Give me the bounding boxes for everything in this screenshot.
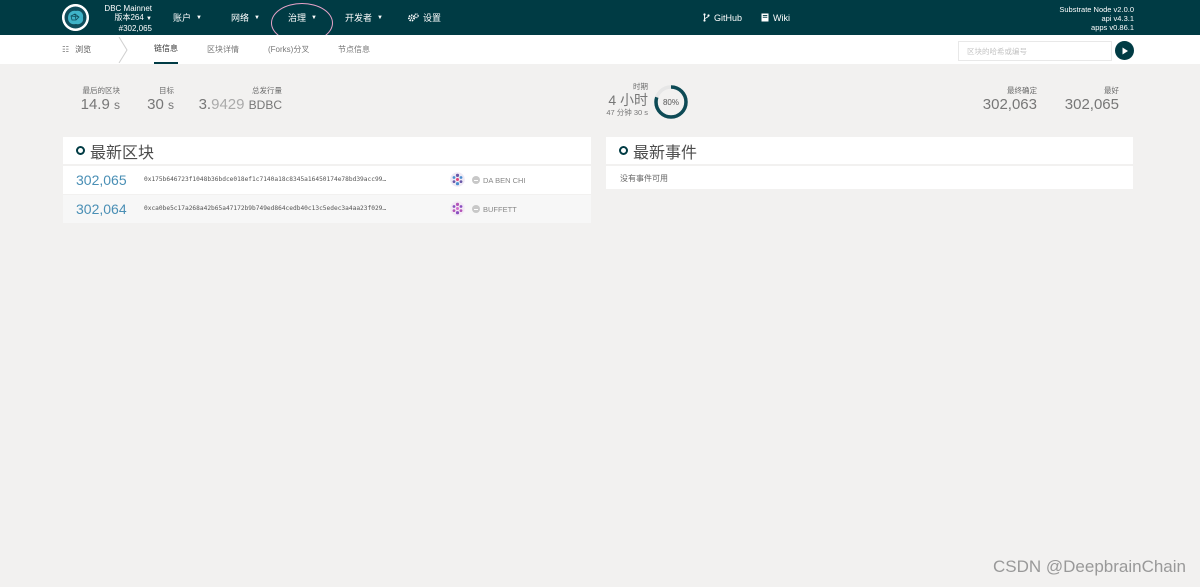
stat-label: 总发行量 [252,86,282,95]
panel-title: 最新区块 [90,144,155,162]
stat-finalized: 最终确定 302,063 [970,86,1037,114]
recent-events-header: 最新事件 [606,137,1133,164]
browse-icon: ☷ [62,45,70,54]
block-hash: 0x175b646723f1048b36bdce018ef1c7140a18c8… [144,176,387,183]
table-row: 302,065 0x175b646723f1048b36bdce018ef1c7… [63,166,591,194]
breadcrumb: ☷ 浏览 [62,35,91,64]
nav-wiki-label: Wiki [773,12,790,23]
tab-node-info[interactable]: 节点信息 [338,35,370,64]
nav-wiki-link[interactable]: Wiki [761,0,790,35]
stat-value: 4 小时 [608,92,648,108]
tab-forks[interactable]: (Forks)分叉 [268,35,309,64]
stat-target: 目标 30 s [140,86,174,114]
node-version-info: Substrate Node v2.0.0 api v4.3.1 apps v0… [1059,5,1134,32]
chevron-down-icon: ▼ [377,14,383,21]
chain-selector[interactable]: DBC Mainnet 版本264 ▼ #302,065 [92,4,152,33]
nav-settings[interactable]: 设置 [408,0,441,35]
events-empty-message: 没有事件可用 [606,166,1133,189]
play-icon [1122,47,1128,54]
stat-value: 302,065 [1064,96,1119,113]
search-go-button[interactable] [1115,41,1134,60]
stat-best: 最好 302,065 [1050,86,1119,114]
watermark: CSDN @DeepbrainChain [992,557,1186,576]
stat-value: 302,063 [982,96,1037,113]
dbc-logo-icon[interactable] [62,4,89,31]
stat-label: 时期 [633,82,648,91]
stat-epoch-time: 时期 4 小时 47 分钟 30 s [598,82,648,117]
stat-value: 3. [198,96,212,113]
breadcrumb-label: 浏览 [75,45,92,54]
nav-settings-label: 设置 [423,13,442,23]
chevron-down-icon: ▼ [196,14,202,21]
nav-network[interactable]: 网络 ▼ [231,0,260,35]
stat-value-decimals: 9429 [211,96,245,113]
stat-value: 30 [147,96,164,113]
stat-value: 14.9 [80,96,110,113]
nav-github-link[interactable]: GitHub [703,0,742,35]
nav-developer[interactable]: 开发者 ▼ [345,0,383,35]
stat-label: 目标 [159,86,174,95]
bullet-icon [619,146,628,155]
stat-label: 最终确定 [1007,86,1037,95]
nav-accounts-label: 账户 [173,13,192,23]
nav-github-label: GitHub [714,12,743,23]
identicon-icon[interactable] [450,201,465,216]
block-author[interactable]: DA BEN CHI [483,176,526,185]
tab-block-details[interactable]: 区块详情 [207,35,239,64]
nav-developer-label: 开发者 [345,13,373,23]
chevron-down-icon: ▼ [254,14,260,21]
code-branch-icon [703,13,710,22]
book-icon [761,13,769,22]
stat-label: 最后的区块 [82,86,121,95]
stat-unit: s [168,98,174,112]
chain-name: DBC Mainnet [104,4,152,13]
top-navigation-bar: DBC Mainnet 版本264 ▼ #302,065 账户 ▼ 网络 ▼ 治理 ▼… [0,0,1200,43]
nav-network-label: 网络 [231,13,250,23]
stat-subvalue: 47 分钟 30 s [606,108,648,117]
minus-circle-icon [472,176,480,184]
chevron-down-icon: ▼ [146,16,152,22]
nav-accounts[interactable]: 账户 ▼ [173,0,202,35]
stat-unit: BDBC [248,98,282,112]
block-number-link[interactable]: 302,065 [76,172,127,188]
block-number-link[interactable]: 302,064 [76,201,127,217]
table-row: 302,064 0xca0be5c17a268a42b65a47172b9b74… [63,195,591,223]
chain-version: 版本264 [114,13,144,22]
gears-icon [408,13,419,22]
stat-last-block: 最后的区块 14.9 s [62,86,120,114]
progress-percent: 80% [662,97,679,107]
recent-blocks-header: 最新区块 [63,137,591,164]
stat-total-issuance: 总发行量 3.9429 BDBC [196,86,282,114]
panel-title: 最新事件 [633,144,698,162]
identicon-icon[interactable] [450,172,465,187]
block-hash: 0xca0be5c17a268a42b65a47172b9b749ed864ce… [144,205,387,212]
breadcrumb-separator-icon [118,37,128,63]
stat-label: 最好 [1104,86,1119,95]
bullet-icon [76,146,85,155]
stat-unit: s [114,98,120,112]
chain-block-number: #302,065 [118,24,152,33]
tab-chain-info[interactable]: 链信息 [154,35,178,64]
api-version: api v4.3.1 [1101,14,1134,23]
minus-circle-icon [472,205,480,213]
apps-version: apps v0.86.1 [1091,23,1134,32]
block-author[interactable]: BUFFETT [483,205,517,214]
block-search-input[interactable] [958,41,1112,61]
node-name: Substrate Node v2.0.0 [1059,5,1134,14]
